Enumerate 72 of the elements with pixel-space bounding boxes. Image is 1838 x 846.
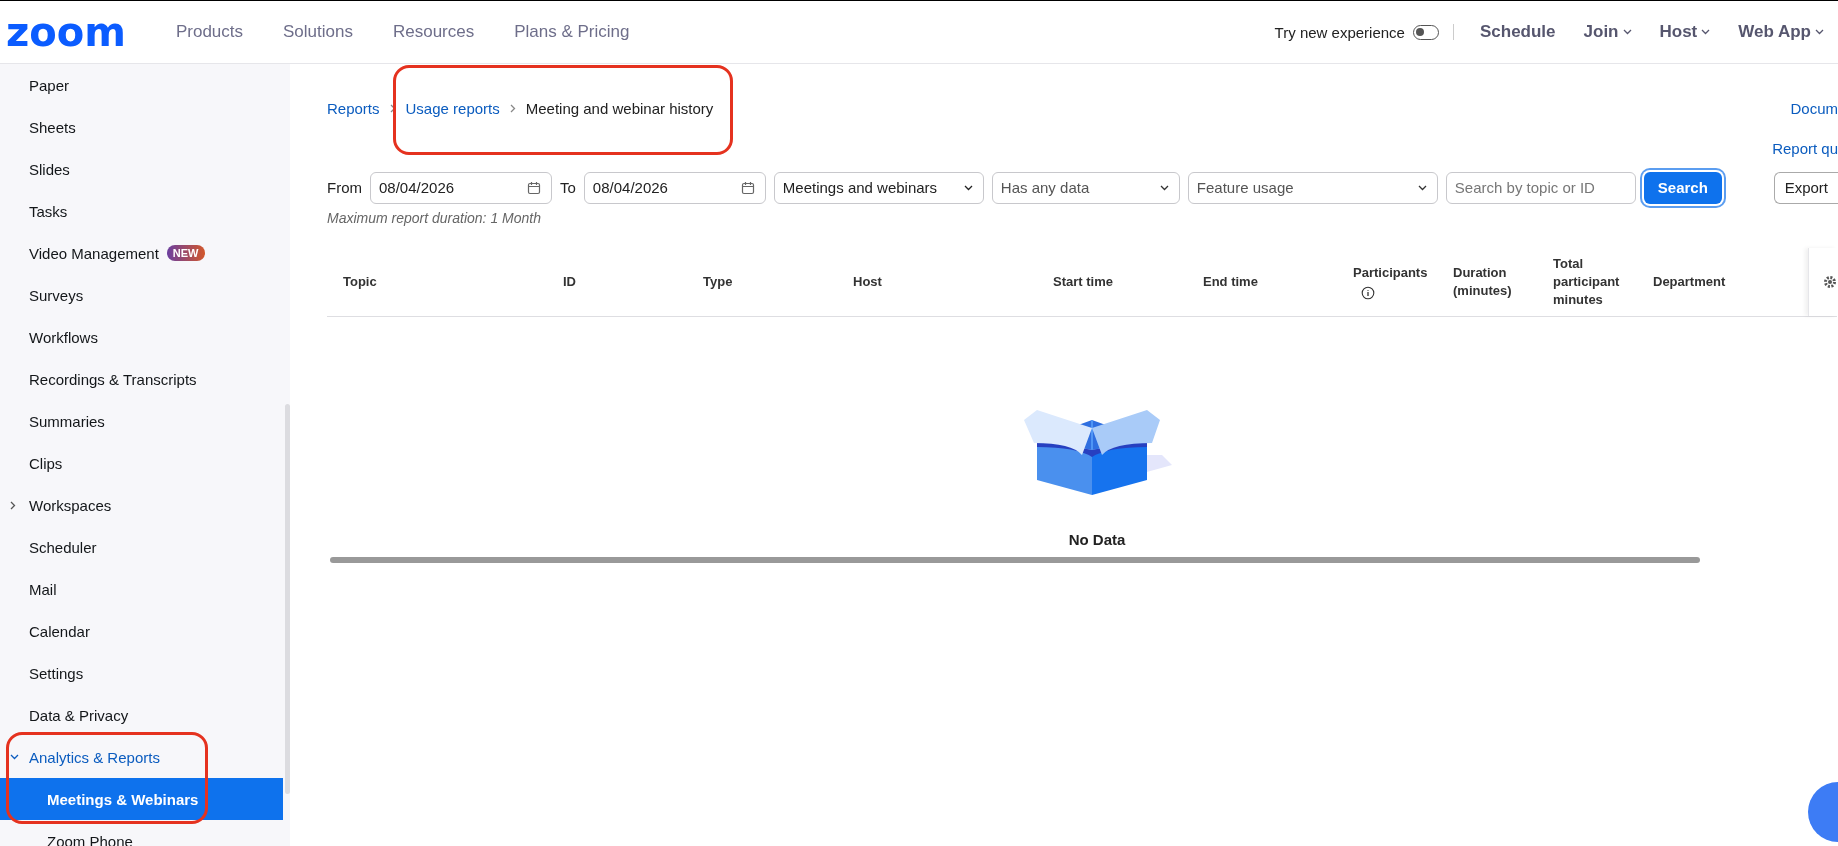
chevron-right-icon	[10, 500, 16, 510]
duration-note: Maximum report duration: 1 Month	[327, 210, 542, 226]
sidebar-item[interactable]: Paper	[0, 64, 283, 106]
sidebar-item[interactable]: Slides	[0, 148, 283, 190]
column-header: ID	[562, 272, 577, 291]
sidebar-item[interactable]: Clips	[0, 442, 283, 484]
nav-link[interactable]: Plans & Pricing	[514, 22, 630, 42]
chevron-right-icon	[509, 103, 516, 113]
column-header: Department	[1652, 272, 1727, 291]
column-header: Type	[702, 272, 734, 291]
export-button[interactable]: Export	[1773, 171, 1838, 204]
header-menu-button[interactable]: Join	[1583, 22, 1632, 42]
date-field[interactable]: 08/04/2026	[370, 171, 552, 204]
sidebar-item[interactable]: Recordings & Transcripts	[0, 358, 283, 400]
calendar-icon	[527, 180, 541, 195]
chevron-down-icon	[1701, 29, 1711, 35]
sidebar-item[interactable]: Video Management NEW	[0, 232, 283, 274]
chevron-down-icon	[1622, 29, 1632, 35]
sidebar-item[interactable]: Workspaces	[0, 484, 283, 526]
search-field[interactable]: Search by topic or ID	[1445, 171, 1636, 204]
breadcrumb-link[interactable]: Reports	[327, 99, 380, 117]
documentation-link[interactable]: Docum	[1790, 99, 1838, 117]
column-header: Start time	[1052, 272, 1114, 291]
info-icon	[1361, 285, 1375, 300]
sidebar-item[interactable]: Workflows	[0, 316, 283, 358]
dropdown-select[interactable]: Meetings and webinars	[773, 171, 984, 204]
sidebar-item[interactable]: Scheduler	[0, 526, 283, 568]
chevron-down-icon	[963, 184, 973, 191]
sidebar-item[interactable]: Sheets	[0, 106, 283, 148]
sidebar-item[interactable]: Surveys	[0, 274, 283, 316]
chevron-down-icon	[1159, 184, 1169, 191]
settings-icon[interactable]	[1823, 275, 1837, 289]
dropdown-select[interactable]: Feature usage	[1187, 171, 1438, 204]
sidebar-item[interactable]: Analytics & Reports	[0, 736, 283, 778]
to-label: To	[560, 179, 576, 196]
column-header: Participants	[1337, 248, 1437, 316]
nav-link[interactable]: Solutions	[283, 22, 353, 42]
sidebar-item[interactable]: Tasks	[0, 190, 283, 232]
sidebar-item[interactable]: Zoom Phone	[0, 820, 283, 846]
sidebar-item[interactable]: Meetings & Webinars	[0, 778, 283, 820]
sidebar-item[interactable]: Summaries	[0, 400, 283, 442]
empty-state-text: No Data	[1068, 531, 1126, 548]
nav-link[interactable]: Resources	[392, 22, 475, 42]
header-menu-button[interactable]: Schedule	[1479, 22, 1556, 42]
report-link[interactable]: Report qu	[1772, 139, 1838, 157]
column-header: Duration (minutes)	[1452, 263, 1513, 300]
sidebar-item[interactable]: Data & Privacy	[0, 694, 283, 736]
horizontal-scrollbar[interactable]	[330, 557, 1700, 563]
header-menu-button[interactable]: Web App	[1738, 22, 1824, 42]
nav-link[interactable]: Products	[175, 22, 243, 42]
sidebar-item[interactable]: Mail	[0, 568, 283, 610]
chevron-down-icon	[1815, 29, 1824, 35]
column-header: End time	[1202, 272, 1259, 291]
sidebar-item[interactable]: Settings	[0, 652, 283, 694]
header-menu-button[interactable]: Host	[1659, 22, 1711, 42]
dropdown-select[interactable]: Has any data	[991, 171, 1180, 204]
chevron-down-icon	[1417, 184, 1427, 191]
sidebar-item[interactable]: Calendar	[0, 610, 283, 652]
zoom-logo[interactable]: zoom	[6, 12, 126, 52]
breadcrumb-current: Meeting and webinar history	[525, 99, 714, 117]
chevron-down-icon	[10, 754, 19, 760]
column-header: Total participant minutes	[1552, 254, 1621, 310]
calendar-icon	[740, 180, 755, 195]
vertical-scrollbar[interactable]	[285, 404, 290, 794]
from-label: From	[327, 179, 362, 196]
column-header: Host	[852, 272, 883, 291]
toggle-label: Try new experience	[1274, 23, 1405, 41]
breadcrumb-link[interactable]: Usage reports	[405, 99, 500, 117]
new-badge: NEW	[166, 245, 205, 261]
chevron-right-icon	[389, 103, 396, 113]
date-field[interactable]: 08/04/2026	[583, 171, 766, 204]
column-header: Topic	[342, 272, 378, 291]
